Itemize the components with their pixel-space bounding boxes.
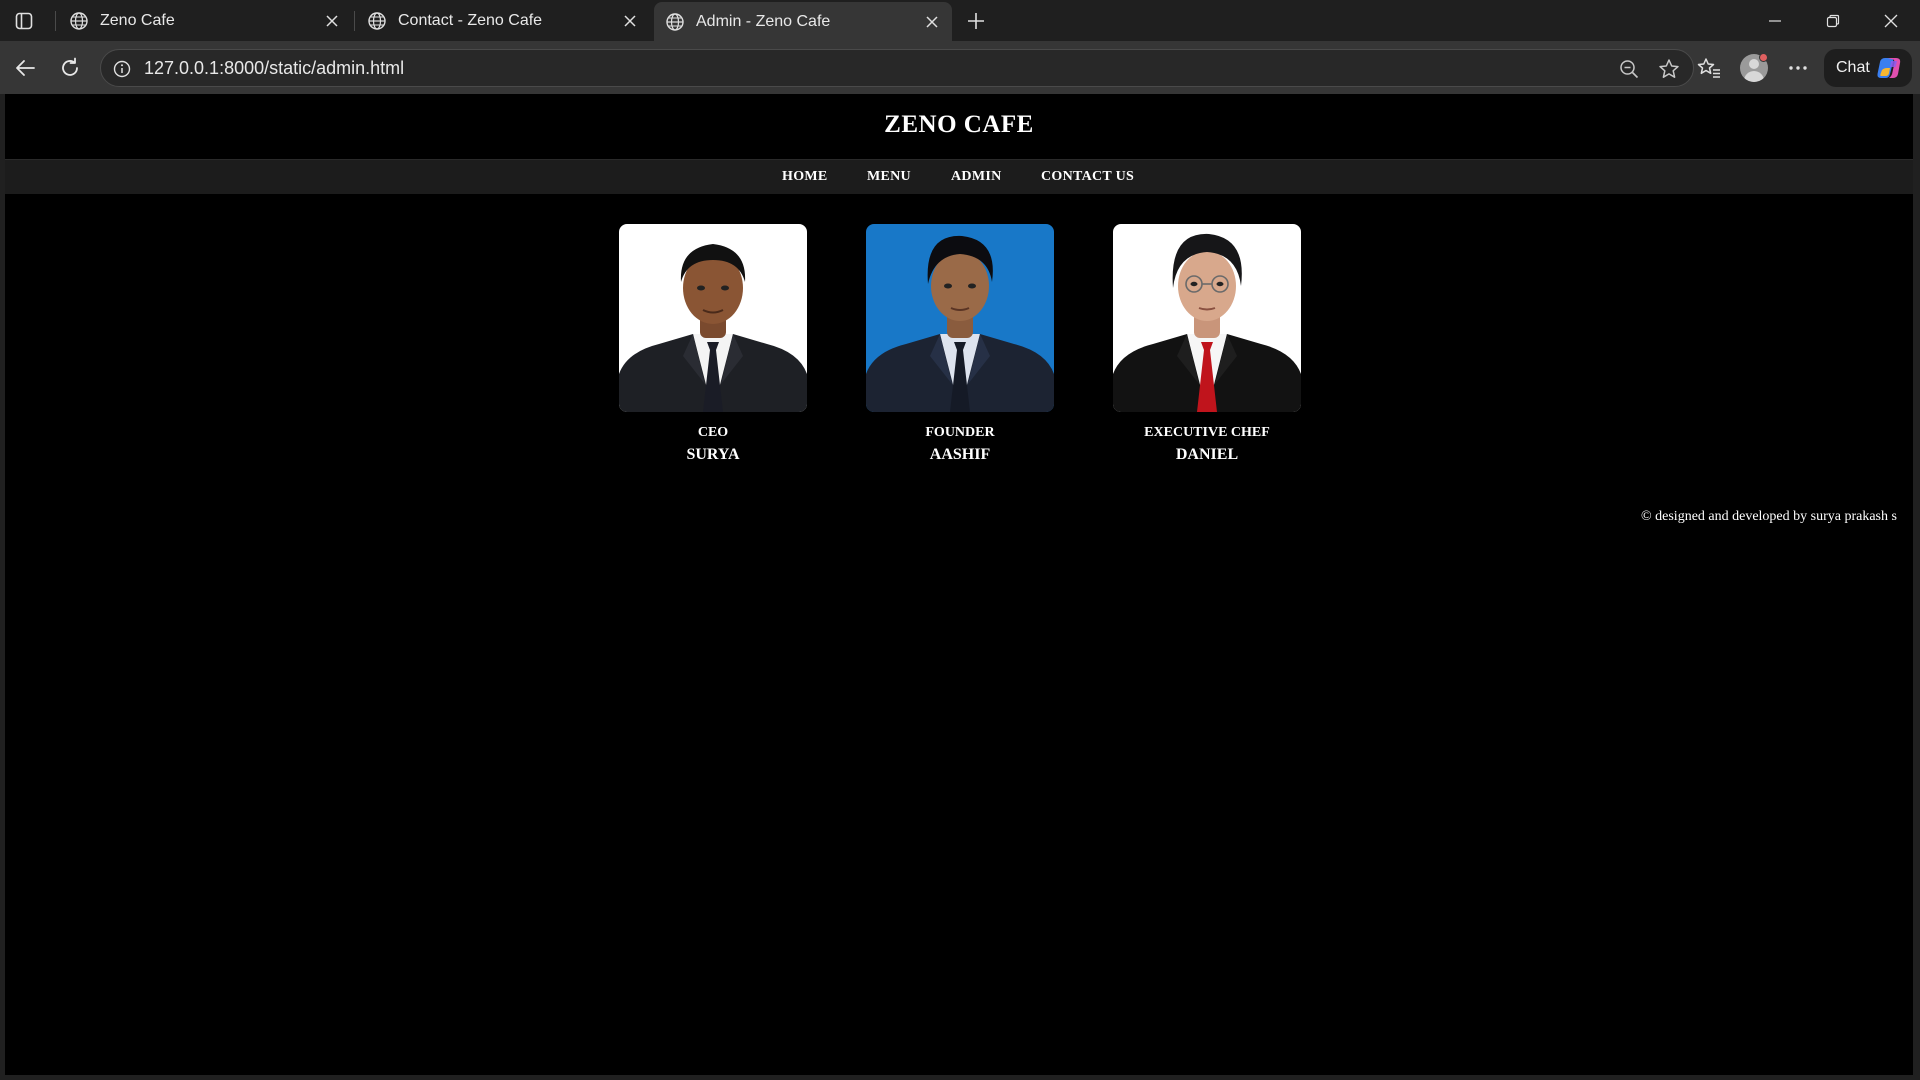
reload-icon (62, 57, 78, 76)
reload-button[interactable] (55, 53, 85, 83)
close-icon[interactable] (320, 9, 344, 33)
close-window-button[interactable] (1877, 8, 1905, 34)
team-name: DANIEL (1175, 446, 1239, 463)
founder-photo (866, 224, 1054, 412)
minimize-button[interactable] (1761, 8, 1789, 34)
browser-toolbar: 127.0.0.1:8000/static/admin.html Chat (0, 41, 1920, 94)
sidebar-toggle-icon[interactable] (12, 9, 36, 33)
chat-button[interactable]: Chat (1824, 49, 1912, 87)
globe-icon (366, 10, 388, 32)
tab-title: Contact - Zeno Cafe (398, 11, 543, 29)
nav-menu-link[interactable]: MENU (867, 169, 911, 185)
minimize-icon (1769, 20, 1781, 22)
copilot-icon (1877, 58, 1901, 78)
info-icon[interactable] (111, 58, 133, 80)
tab-contact-zeno-cafe[interactable]: Contact - Zeno Cafe (356, 2, 650, 39)
back-icon (16, 60, 35, 76)
team-name: SURYA (686, 446, 740, 463)
ceo-photo (619, 224, 807, 412)
tab-title: Admin - Zeno Cafe (696, 12, 831, 30)
site-header: ZENO CAFE (5, 94, 1913, 160)
url-text[interactable]: 127.0.0.1:8000/static/admin.html (144, 58, 404, 79)
chat-label: Chat (1836, 59, 1870, 76)
notification-dot (1759, 53, 1768, 62)
zoom-out-icon[interactable] (1617, 57, 1641, 81)
team-role: EXECUTIVE CHEF (1144, 425, 1270, 440)
restore-button[interactable] (1819, 8, 1847, 34)
globe-icon (68, 10, 90, 32)
close-icon[interactable] (618, 9, 642, 33)
avatar-head (1749, 59, 1759, 69)
star-icon[interactable] (1657, 57, 1681, 81)
page-viewport: ZENO CAFE HOME MENU ADMIN CONTACT US CEO… (5, 94, 1913, 1075)
tab-admin-zeno-cafe[interactable]: Admin - Zeno Cafe (654, 2, 952, 41)
avatar-body (1744, 71, 1764, 82)
plus-icon (968, 13, 984, 29)
globe-icon (664, 11, 686, 33)
executive-chef-photo (1113, 224, 1301, 412)
site-nav: HOME MENU ADMIN CONTACT US (5, 160, 1913, 194)
tab-separator (354, 11, 355, 31)
nav-home-link[interactable]: HOME (782, 169, 828, 185)
back-button[interactable] (10, 53, 40, 83)
team-name: AASHIF (929, 446, 991, 463)
more-icon[interactable] (1783, 53, 1813, 83)
restore-icon (1826, 14, 1840, 28)
close-icon[interactable] (920, 10, 944, 34)
site-title: ZENO CAFE (884, 111, 1034, 138)
team-role: CEO (697, 425, 729, 440)
team-role: FOUNDER (925, 425, 995, 440)
address-bar[interactable]: 127.0.0.1:8000/static/admin.html (100, 49, 1694, 87)
browser-titlebar: Zeno Cafe Contact - Zeno Cafe Admin - Ze… (0, 0, 1920, 41)
favorites-icon[interactable] (1694, 53, 1724, 83)
new-tab-button[interactable] (962, 7, 990, 35)
footer-credit: © designed and developed by surya prakas… (1641, 509, 1897, 524)
nav-admin-link[interactable]: ADMIN (951, 169, 1002, 185)
nav-contact-us-link[interactable]: CONTACT US (1041, 169, 1134, 185)
tab-title: Zeno Cafe (100, 11, 175, 29)
tab-zeno-cafe[interactable]: Zeno Cafe (58, 2, 352, 39)
tab-separator (55, 11, 56, 31)
close-icon (1884, 14, 1898, 28)
